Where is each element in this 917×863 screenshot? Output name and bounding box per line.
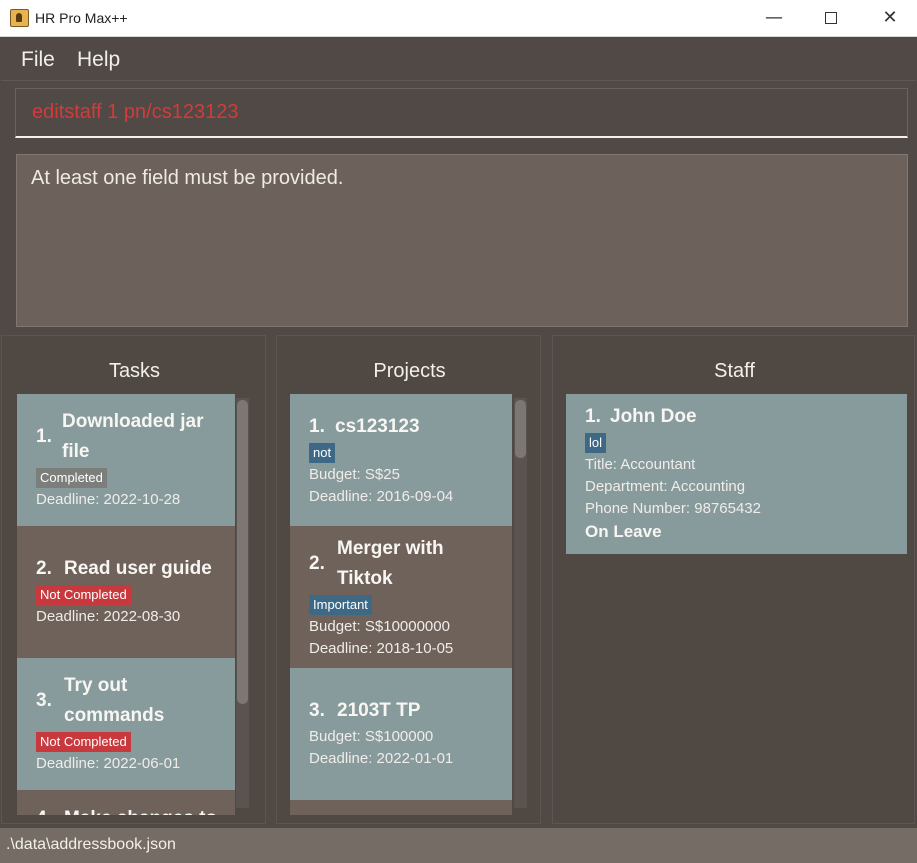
projects-scroll-thumb[interactable] <box>515 400 526 458</box>
task-name: Downloaded jar file <box>62 411 204 462</box>
staff-title: Staff <box>714 360 755 382</box>
task-index: 3. <box>36 690 52 711</box>
staff-department: Department: Accounting <box>585 478 746 495</box>
task-status-tag: Not Completed <box>36 585 131 605</box>
tasks-title: Tasks <box>108 360 161 382</box>
project-card[interactable]: 3. 2103T TP Budget: S$100000 Deadline: 2… <box>290 668 512 800</box>
staff-card[interactable]: 1. John Doe lol Title: Accountant Depart… <box>566 394 907 554</box>
staff-index: 1. <box>585 406 601 427</box>
task-card[interactable]: 1. Downloaded jar file Completed Deadlin… <box>17 394 235 526</box>
command-area: editstaff 1 pn/cs123123 <box>1 82 916 146</box>
project-budget: Budget: S$100000 <box>309 728 434 745</box>
task-card[interactable]: 2. Read user guide Not Completed Deadlin… <box>17 526 235 658</box>
staff-panel: Staff 1. John Doe lol Title: Accountant … <box>552 335 915 824</box>
close-icon: ✕ <box>882 7 898 28</box>
app-icon <box>10 9 29 27</box>
project-deadline: Deadline: 2022-01-01 <box>309 750 454 767</box>
task-deadline: Deadline: 2022-08-30 <box>36 608 181 625</box>
projects-panel: Projects 1. cs123123 not Budget: S$25 De… <box>276 335 541 824</box>
menu-bar: File Help <box>1 38 916 81</box>
task-status-tag: Completed <box>36 468 107 488</box>
task-card[interactable]: 3. Try out commands Not Completed Deadli… <box>17 658 235 790</box>
command-input[interactable]: editstaff 1 pn/cs123123 <box>15 88 908 138</box>
project-index: 3. <box>309 700 325 721</box>
staff-tag: lol <box>585 433 607 453</box>
tasks-list[interactable]: 1. Downloaded jar file Completed Deadlin… <box>17 394 235 815</box>
task-name: Try out commands <box>64 675 165 726</box>
project-tag: Important <box>309 595 372 615</box>
task-card[interactable]: 4. Make changes to <box>17 790 235 815</box>
staff-phone: Phone Number: 98765432 <box>585 500 761 517</box>
project-index: 2. <box>309 553 325 574</box>
project-deadline: Deadline: 2018-10-05 <box>309 640 454 657</box>
projects-list[interactable]: 1. cs123123 not Budget: S$25 Deadline: 2… <box>290 394 512 815</box>
task-index: 2. <box>36 558 52 579</box>
command-text: editstaff 1 pn/cs123123 <box>32 101 239 123</box>
result-display[interactable]: At least one field must be provided. <box>16 154 908 327</box>
tasks-panel: Tasks 1. Downloaded jar file Completed D… <box>1 335 266 824</box>
task-deadline: Deadline: 2022-10-28 <box>36 491 181 508</box>
menu-file[interactable]: File <box>21 48 55 72</box>
projects-scrollbar[interactable] <box>514 398 527 808</box>
result-message: At least one field must be provided. <box>31 167 344 189</box>
project-budget: Budget: S$10000000 <box>309 618 450 635</box>
project-tag: not <box>309 443 336 463</box>
project-budget: Budget: S$25 <box>309 466 400 483</box>
project-name: 2103T TP <box>337 700 421 721</box>
staff-title-field: Title: Accountant <box>585 456 696 473</box>
task-status-tag: Not Completed <box>36 732 131 752</box>
tasks-scrollbar[interactable] <box>236 398 249 808</box>
task-name: Read user guide <box>64 558 212 579</box>
title-bar: HR Pro Max++ — ✕ <box>0 0 917 37</box>
project-card[interactable] <box>290 800 512 815</box>
staff-name: John Doe <box>610 406 697 427</box>
minimize-button[interactable]: — <box>762 6 786 30</box>
staff-list[interactable]: 1. John Doe lol Title: Accountant Depart… <box>566 394 907 554</box>
project-name: cs123123 <box>335 416 420 437</box>
projects-title: Projects <box>373 360 446 382</box>
task-name: Make changes to <box>64 804 217 815</box>
project-card[interactable]: 2. Merger with Tiktok Important Budget: … <box>290 526 512 668</box>
close-button[interactable]: ✕ <box>878 6 902 30</box>
staff-leave-status: On Leave <box>585 522 662 541</box>
task-index: 4. <box>36 808 64 815</box>
project-index: 1. <box>309 416 325 437</box>
project-name: Merger with Tiktok <box>337 538 444 589</box>
status-file-path: .\data\addressbook.json <box>6 836 176 853</box>
menu-help[interactable]: Help <box>77 48 120 72</box>
maximize-button[interactable] <box>819 6 843 30</box>
project-card[interactable]: 1. cs123123 not Budget: S$25 Deadline: 2… <box>290 394 512 526</box>
window-title: HR Pro Max++ <box>35 10 128 26</box>
status-bar: .\data\addressbook.json <box>0 828 917 863</box>
minimize-icon: — <box>765 7 783 28</box>
maximize-icon <box>825 12 837 24</box>
task-deadline: Deadline: 2022-06-01 <box>36 755 181 772</box>
tasks-scroll-thumb[interactable] <box>237 400 248 704</box>
task-index: 1. <box>36 426 52 447</box>
project-deadline: Deadline: 2016-09-04 <box>309 488 454 505</box>
